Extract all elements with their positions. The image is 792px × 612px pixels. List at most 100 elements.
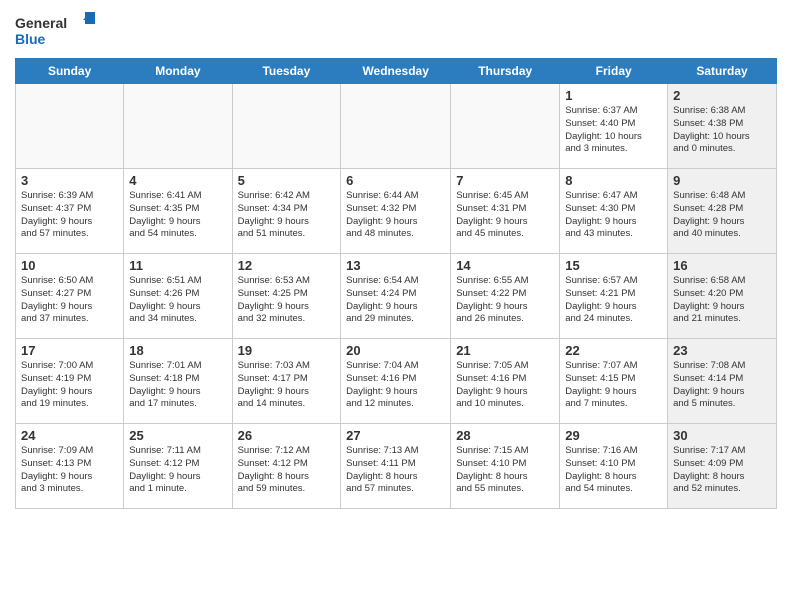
- calendar-cell: 17 Sunrise: 7:00 AM Sunset: 4:19 PM Dayli…: [16, 339, 124, 424]
- calendar-cell: [341, 84, 451, 169]
- calendar-cell: 27 Sunrise: 7:13 AM Sunset: 4:11 PM Dayli…: [341, 424, 451, 509]
- calendar-cell: 8 Sunrise: 6:47 AM Sunset: 4:30 PM Daylig…: [560, 169, 668, 254]
- logo-svg: General Blue: [15, 10, 95, 50]
- calendar-cell: 6 Sunrise: 6:44 AM Sunset: 4:32 PM Daylig…: [341, 169, 451, 254]
- day-number: 4: [129, 173, 226, 188]
- day-info: Sunrise: 7:00 AM Sunset: 4:19 PM Dayligh…: [21, 360, 118, 411]
- day-number: 8: [565, 173, 662, 188]
- calendar-cell: 14Sunrise: 6:55 AM Sunset: 4:22 PM Dayli…: [451, 254, 560, 339]
- day-number: 6: [346, 173, 445, 188]
- calendar-cell: [16, 84, 124, 169]
- calendar-week-row: 10 Sunrise: 6:50 AM Sunset: 4:27 PM Dayli…: [16, 254, 777, 339]
- calendar-day-header: Sunday: [16, 59, 124, 84]
- day-info: Sunrise: 6:55 AM Sunset: 4:22 PM Dayligh…: [456, 275, 554, 326]
- calendar-header-row: SundayMondayTuesdayWednesdayThursdayFrid…: [16, 59, 777, 84]
- svg-text:Blue: Blue: [15, 31, 46, 47]
- day-number: 30: [673, 428, 771, 443]
- day-info: Sunrise: 7:15 AM Sunset: 4:10 PM Dayligh…: [456, 445, 554, 496]
- calendar-day-header: Friday: [560, 59, 668, 84]
- day-number: 28: [456, 428, 554, 443]
- calendar-week-row: 17 Sunrise: 7:00 AM Sunset: 4:19 PM Dayli…: [16, 339, 777, 424]
- calendar-cell: 29Sunrise: 7:16 AM Sunset: 4:10 PM Dayli…: [560, 424, 668, 509]
- day-info: Sunrise: 7:07 AM Sunset: 4:15 PM Dayligh…: [565, 360, 662, 411]
- day-number: 10: [21, 258, 118, 273]
- day-number: 13: [346, 258, 445, 273]
- day-info: Sunrise: 7:13 AM Sunset: 4:11 PM Dayligh…: [346, 445, 445, 496]
- svg-text:General: General: [15, 15, 67, 31]
- day-info: Sunrise: 6:39 AM Sunset: 4:37 PM Dayligh…: [21, 190, 118, 241]
- day-number: 19: [238, 343, 336, 358]
- day-info: Sunrise: 6:54 AM Sunset: 4:24 PM Dayligh…: [346, 275, 445, 326]
- day-number: 7: [456, 173, 554, 188]
- calendar-cell: 15Sunrise: 6:57 AM Sunset: 4:21 PM Dayli…: [560, 254, 668, 339]
- day-info: Sunrise: 7:09 AM Sunset: 4:13 PM Dayligh…: [21, 445, 118, 496]
- day-info: Sunrise: 7:05 AM Sunset: 4:16 PM Dayligh…: [456, 360, 554, 411]
- day-info: Sunrise: 6:42 AM Sunset: 4:34 PM Dayligh…: [238, 190, 336, 241]
- day-number: 18: [129, 343, 226, 358]
- header: General Blue: [15, 10, 777, 50]
- day-info: Sunrise: 6:45 AM Sunset: 4:31 PM Dayligh…: [456, 190, 554, 241]
- calendar-cell: 19 Sunrise: 7:03 AM Sunset: 4:17 PM Dayli…: [232, 339, 341, 424]
- calendar-table: SundayMondayTuesdayWednesdayThursdayFrid…: [15, 58, 777, 509]
- calendar-cell: 9 Sunrise: 6:48 AM Sunset: 4:28 PM Daylig…: [668, 169, 777, 254]
- calendar-day-header: Monday: [124, 59, 232, 84]
- day-info: Sunrise: 6:58 AM Sunset: 4:20 PM Dayligh…: [673, 275, 771, 326]
- day-number: 1: [565, 88, 662, 103]
- day-number: 21: [456, 343, 554, 358]
- calendar-week-row: 1Sunrise: 6:37 AM Sunset: 4:40 PM Daylig…: [16, 84, 777, 169]
- calendar-cell: 4 Sunrise: 6:41 AM Sunset: 4:35 PM Daylig…: [124, 169, 232, 254]
- day-number: 5: [238, 173, 336, 188]
- day-info: Sunrise: 7:08 AM Sunset: 4:14 PM Dayligh…: [673, 360, 771, 411]
- day-info: Sunrise: 6:41 AM Sunset: 4:35 PM Dayligh…: [129, 190, 226, 241]
- calendar-cell: 1Sunrise: 6:37 AM Sunset: 4:40 PM Daylig…: [560, 84, 668, 169]
- calendar-cell: 26Sunrise: 7:12 AM Sunset: 4:12 PM Dayli…: [232, 424, 341, 509]
- calendar-cell: 22 Sunrise: 7:07 AM Sunset: 4:15 PM Dayli…: [560, 339, 668, 424]
- calendar-cell: [232, 84, 341, 169]
- calendar-cell: 5 Sunrise: 6:42 AM Sunset: 4:34 PM Daylig…: [232, 169, 341, 254]
- calendar-day-header: Wednesday: [341, 59, 451, 84]
- calendar-cell: 2Sunrise: 6:38 AM Sunset: 4:38 PM Daylig…: [668, 84, 777, 169]
- day-number: 29: [565, 428, 662, 443]
- calendar-cell: [124, 84, 232, 169]
- day-info: Sunrise: 7:12 AM Sunset: 4:12 PM Dayligh…: [238, 445, 336, 496]
- calendar-week-row: 3 Sunrise: 6:39 AM Sunset: 4:37 PM Daylig…: [16, 169, 777, 254]
- day-info: Sunrise: 7:04 AM Sunset: 4:16 PM Dayligh…: [346, 360, 445, 411]
- calendar-day-header: Saturday: [668, 59, 777, 84]
- day-number: 25: [129, 428, 226, 443]
- day-info: Sunrise: 7:03 AM Sunset: 4:17 PM Dayligh…: [238, 360, 336, 411]
- day-number: 2: [673, 88, 771, 103]
- calendar-cell: 10 Sunrise: 6:50 AM Sunset: 4:27 PM Dayli…: [16, 254, 124, 339]
- day-number: 9: [673, 173, 771, 188]
- calendar-day-header: Thursday: [451, 59, 560, 84]
- day-number: 22: [565, 343, 662, 358]
- day-number: 24: [21, 428, 118, 443]
- day-number: 20: [346, 343, 445, 358]
- calendar-cell: 18 Sunrise: 7:01 AM Sunset: 4:18 PM Dayli…: [124, 339, 232, 424]
- day-info: Sunrise: 7:17 AM Sunset: 4:09 PM Dayligh…: [673, 445, 771, 496]
- calendar-day-header: Tuesday: [232, 59, 341, 84]
- day-info: Sunrise: 6:50 AM Sunset: 4:27 PM Dayligh…: [21, 275, 118, 326]
- calendar-cell: 23Sunrise: 7:08 AM Sunset: 4:14 PM Dayli…: [668, 339, 777, 424]
- day-number: 17: [21, 343, 118, 358]
- calendar-week-row: 24 Sunrise: 7:09 AM Sunset: 4:13 PM Dayli…: [16, 424, 777, 509]
- calendar-cell: 25Sunrise: 7:11 AM Sunset: 4:12 PM Dayli…: [124, 424, 232, 509]
- page-container: General Blue SundayMondayTuesdayWednesda…: [0, 0, 792, 519]
- day-info: Sunrise: 6:47 AM Sunset: 4:30 PM Dayligh…: [565, 190, 662, 241]
- calendar-cell: 20 Sunrise: 7:04 AM Sunset: 4:16 PM Dayli…: [341, 339, 451, 424]
- day-info: Sunrise: 6:48 AM Sunset: 4:28 PM Dayligh…: [673, 190, 771, 241]
- calendar-cell: [451, 84, 560, 169]
- calendar-cell: 21 Sunrise: 7:05 AM Sunset: 4:16 PM Dayli…: [451, 339, 560, 424]
- calendar-cell: 24 Sunrise: 7:09 AM Sunset: 4:13 PM Dayli…: [16, 424, 124, 509]
- day-number: 27: [346, 428, 445, 443]
- logo: General Blue: [15, 10, 95, 50]
- calendar-cell: 3 Sunrise: 6:39 AM Sunset: 4:37 PM Daylig…: [16, 169, 124, 254]
- day-number: 12: [238, 258, 336, 273]
- day-number: 3: [21, 173, 118, 188]
- day-info: Sunrise: 6:53 AM Sunset: 4:25 PM Dayligh…: [238, 275, 336, 326]
- calendar-cell: 13 Sunrise: 6:54 AM Sunset: 4:24 PM Dayli…: [341, 254, 451, 339]
- calendar-cell: 12 Sunrise: 6:53 AM Sunset: 4:25 PM Dayli…: [232, 254, 341, 339]
- calendar-cell: 16Sunrise: 6:58 AM Sunset: 4:20 PM Dayli…: [668, 254, 777, 339]
- calendar-cell: 28 Sunrise: 7:15 AM Sunset: 4:10 PM Dayli…: [451, 424, 560, 509]
- day-info: Sunrise: 6:44 AM Sunset: 4:32 PM Dayligh…: [346, 190, 445, 241]
- day-info: Sunrise: 7:01 AM Sunset: 4:18 PM Dayligh…: [129, 360, 226, 411]
